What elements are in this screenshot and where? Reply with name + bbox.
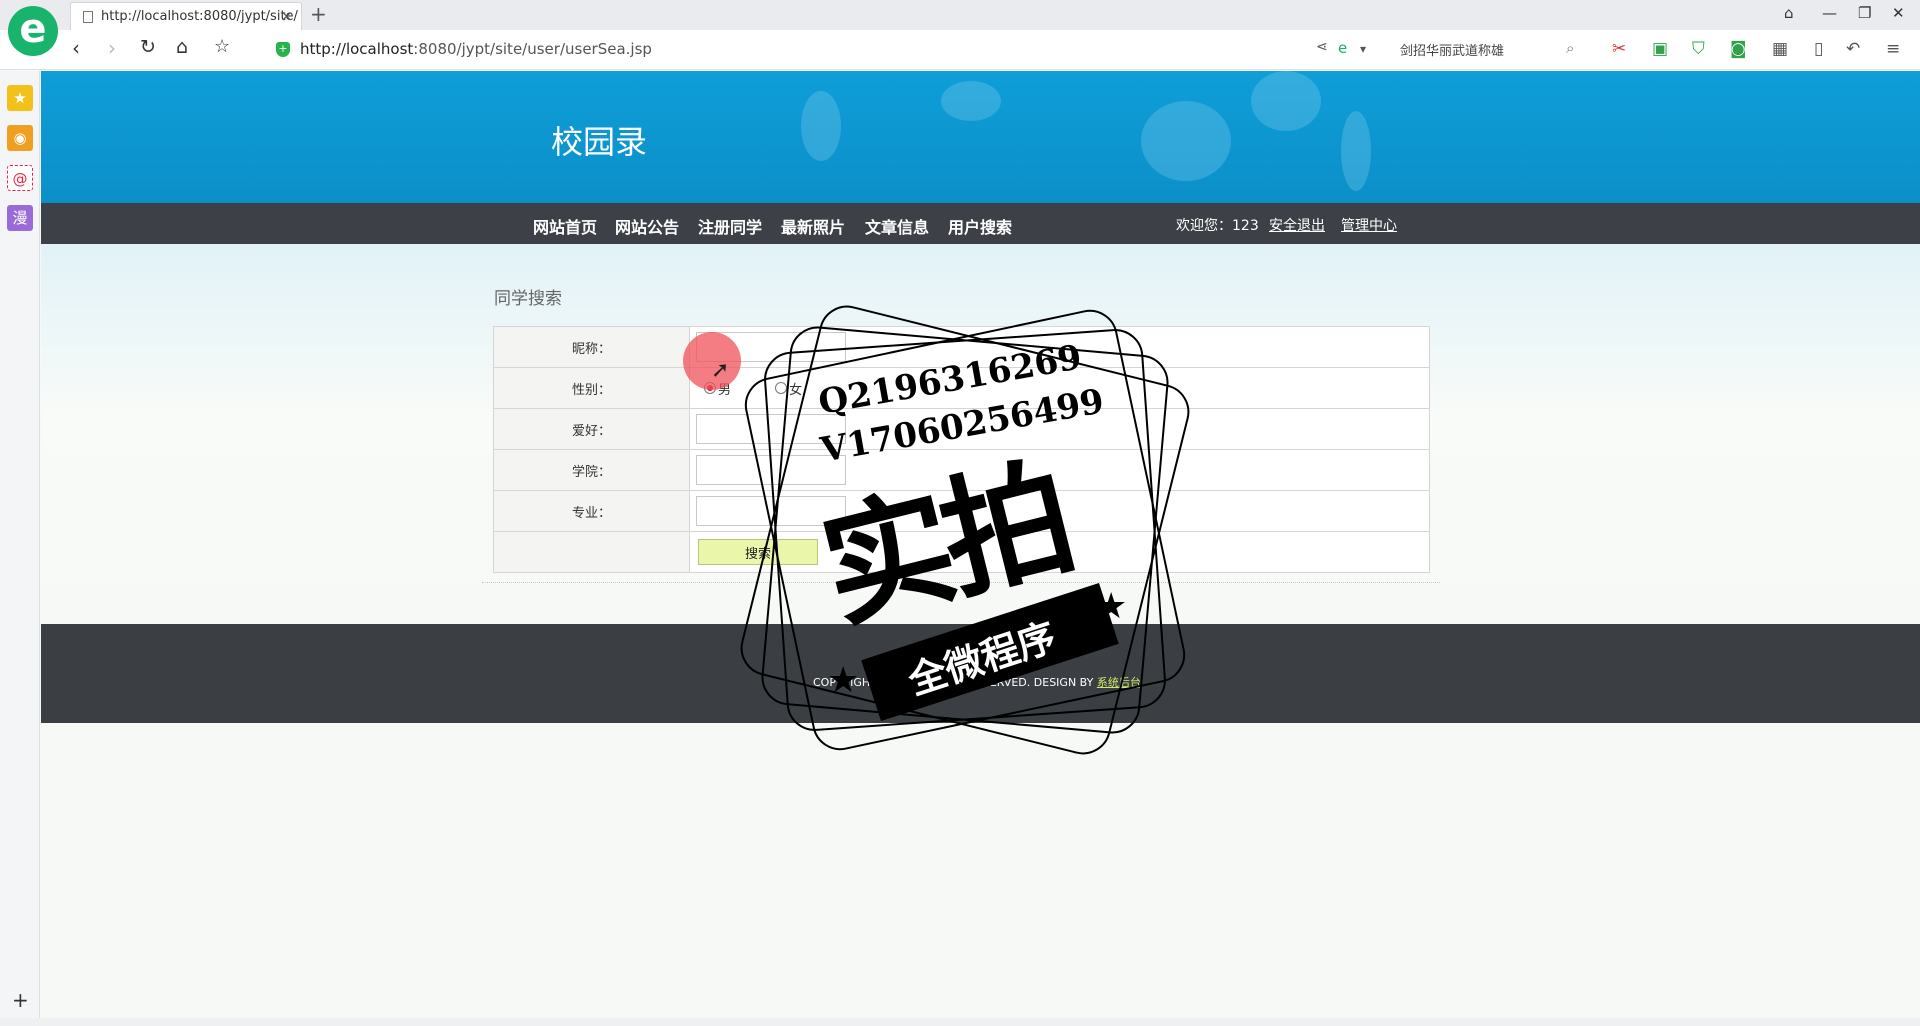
gender-cell: 男 女: [689, 367, 1430, 409]
search-button[interactable]: 搜索: [698, 539, 818, 565]
banner-splash: [1141, 101, 1231, 181]
form-row-major: 专业：: [493, 490, 1430, 532]
home-icon[interactable]: ⌂: [176, 36, 188, 58]
form-row-nickname: 昵称：: [493, 326, 1430, 368]
status-bar: [0, 1018, 1920, 1026]
browser-titlebar: http://localhost:8080/jypt/site/ × + ⌂ —…: [0, 0, 1920, 30]
content-area: 同学搜索 昵称： 性别： 男 女 爱好： 学院： 专业： 搜索: [41, 244, 1920, 624]
form-row-gender: 性别： 男 女: [493, 367, 1430, 409]
site-title: 校园录: [551, 123, 648, 161]
nav-register[interactable]: 注册同学: [698, 214, 762, 238]
undo-icon[interactable]: ↶: [1846, 39, 1860, 59]
banner-splash: [1251, 71, 1321, 131]
restore-icon[interactable]: ❐: [1858, 4, 1871, 22]
new-tab-button[interactable]: +: [310, 2, 327, 26]
college-cell: [689, 449, 1430, 491]
nav-articles[interactable]: 文章信息: [865, 214, 929, 238]
comic-icon[interactable]: 漫: [7, 205, 33, 231]
search-form-table: 昵称： 性别： 男 女 爱好： 学院： 专业： 搜索: [493, 326, 1430, 573]
back-icon[interactable]: ‹: [72, 36, 80, 60]
address-bar[interactable]: http://localhost:8080/jypt/site/user/use…: [300, 40, 652, 58]
section-title: 同学搜索: [494, 289, 562, 309]
forward-icon[interactable]: ›: [108, 36, 116, 60]
browser-sidebar: ★ ◉ @ 漫 +: [0, 71, 40, 1026]
engine-icon[interactable]: e: [1338, 39, 1347, 57]
admin-center-link[interactable]: 管理中心: [1341, 215, 1397, 235]
logout-link[interactable]: 安全退出: [1269, 215, 1325, 235]
nav-user-search[interactable]: 用户搜索: [948, 214, 1012, 238]
nav-photos[interactable]: 最新照片: [781, 214, 845, 238]
hobby-input[interactable]: [696, 414, 846, 444]
search-box[interactable]: 剑招华丽武道称雄: [1400, 40, 1580, 59]
tab-close-icon[interactable]: ×: [280, 7, 293, 25]
url-path: :8080/jypt/site/user/userSea.jsp: [413, 40, 652, 58]
major-cell: [689, 490, 1430, 532]
college-input[interactable]: [696, 455, 846, 485]
game-icon[interactable]: ◙: [1730, 39, 1747, 59]
major-input[interactable]: [696, 496, 846, 526]
menu-icon[interactable]: ≡: [1886, 39, 1900, 59]
security-icon[interactable]: ⛉: [1692, 39, 1705, 59]
banner-splash: [1341, 111, 1371, 191]
gender-female-label: 女: [789, 382, 803, 398]
banner-splash: [801, 91, 841, 161]
empty-label: [493, 531, 690, 573]
hobby-cell: [689, 408, 1430, 450]
nav-announcements[interactable]: 网站公告: [615, 214, 679, 238]
chevron-down-icon[interactable]: ▾: [1360, 42, 1366, 56]
designer-link[interactable]: 系统后台: [1097, 676, 1141, 689]
translate-icon[interactable]: ▣: [1652, 39, 1668, 59]
browser-logo-icon: e: [8, 6, 58, 56]
share-icon[interactable]: ⋖: [1316, 39, 1328, 55]
tab-title: http://localhost:8080/jypt/site/: [101, 9, 298, 24]
mail-icon[interactable]: @: [7, 165, 33, 191]
submit-cell: 搜索: [689, 531, 1430, 573]
search-icon[interactable]: ⌕: [1566, 39, 1574, 57]
tablet-icon[interactable]: ▯: [1814, 39, 1823, 59]
welcome-text: 欢迎您：123: [1176, 218, 1259, 234]
secure-shield-icon: +: [276, 42, 290, 57]
copyright-prefix: COPYRIGHT (C) ALL RIGHTS RESERVED. DESIG…: [813, 676, 1094, 689]
nickname-cell: [689, 326, 1430, 368]
site-footer: COPYRIGHT (C) ALL RIGHTS RESERVED. DESIG…: [41, 624, 1920, 723]
college-label: 学院：: [493, 449, 690, 491]
cursor-arrow-icon: ➚: [711, 358, 730, 383]
apps-grid-icon[interactable]: ▦: [1772, 39, 1788, 59]
shirt-icon[interactable]: ⌂: [1784, 4, 1794, 22]
site-banner: 校园录: [41, 71, 1920, 203]
refresh-icon[interactable]: ↻: [140, 36, 156, 58]
form-row-college: 学院：: [493, 449, 1430, 491]
hobby-label: 爱好：: [493, 408, 690, 450]
gender-female-radio[interactable]: [775, 382, 788, 394]
close-window-icon[interactable]: ✕: [1892, 4, 1905, 22]
bookmark-star-icon[interactable]: ☆: [214, 36, 230, 57]
form-row-submit: 搜索: [493, 531, 1430, 573]
scissors-icon[interactable]: ✂: [1612, 39, 1626, 59]
sidebar-add-icon[interactable]: +: [12, 988, 29, 1012]
browser-tab[interactable]: http://localhost:8080/jypt/site/ ×: [70, 2, 302, 30]
main-nav: 网站首页 网站公告 注册同学 最新照片 文章信息 用户搜索 欢迎您：123 安全…: [41, 203, 1920, 244]
favorites-star-icon[interactable]: ★: [7, 85, 33, 111]
weibo-icon[interactable]: ◉: [7, 125, 33, 151]
dotted-divider: [482, 582, 1440, 583]
form-row-hobby: 爱好：: [493, 408, 1430, 450]
gender-label: 性别：: [493, 367, 690, 409]
url-host: http://localhost: [300, 40, 414, 58]
banner-splash: [941, 81, 1001, 121]
major-label: 专业：: [493, 490, 690, 532]
nickname-label: 昵称：: [493, 326, 690, 368]
copyright-text: COPYRIGHT (C) ALL RIGHTS RESERVED. DESIG…: [813, 674, 1141, 690]
document-icon: [83, 11, 93, 23]
minimize-icon[interactable]: —: [1822, 4, 1837, 22]
nav-home[interactable]: 网站首页: [533, 214, 597, 238]
browser-navbar: ‹ › ↻ ⌂ ☆ + http://localhost:8080/jypt/s…: [0, 30, 1920, 70]
